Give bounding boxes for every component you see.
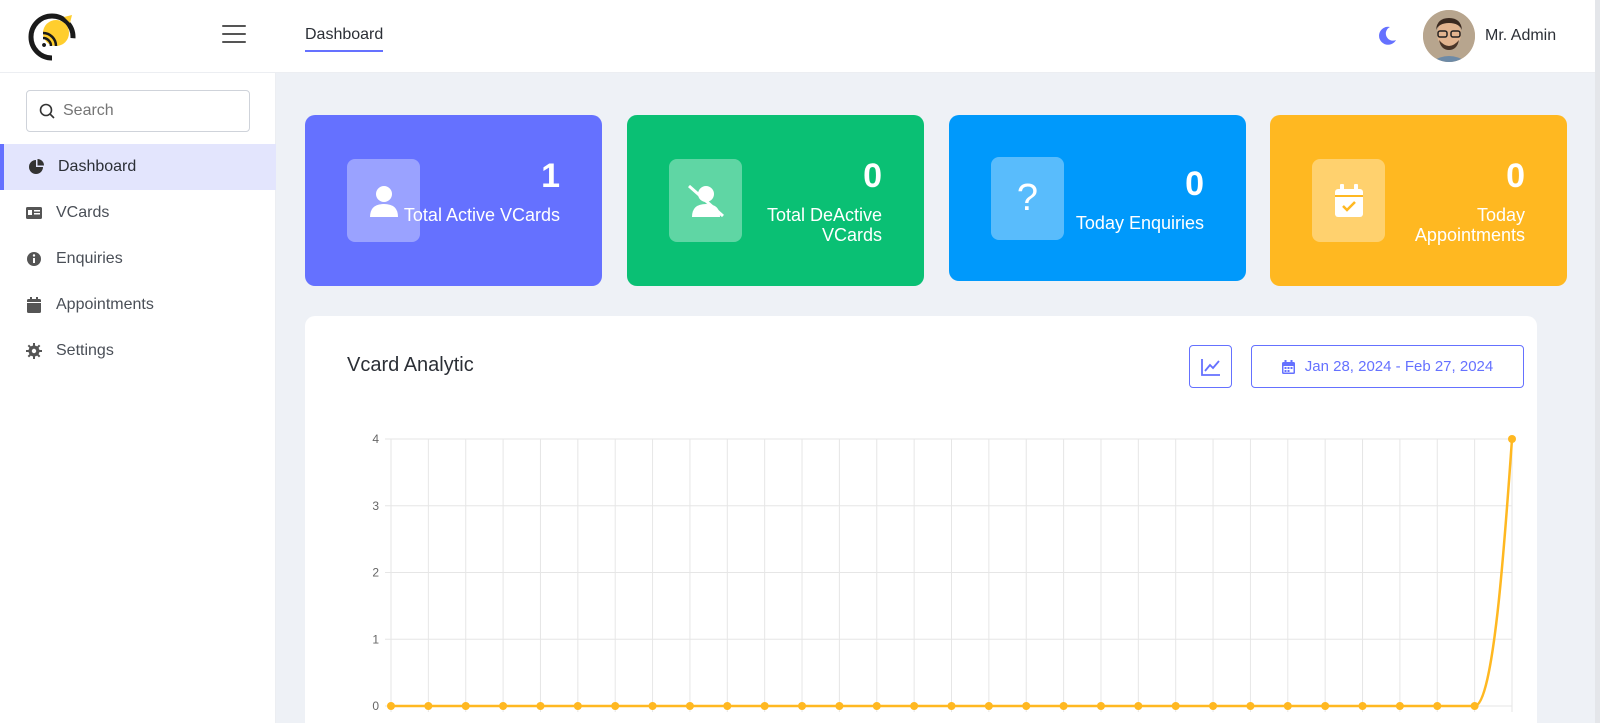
data-point	[798, 702, 807, 710]
data-point	[1321, 702, 1330, 710]
analytics-panel: Vcard Analytic Jan 28, 2024 - Feb 27, 20…	[305, 316, 1537, 723]
sidebar-item-vcards[interactable]: VCards	[0, 190, 276, 236]
data-point	[723, 702, 732, 710]
sidebar-item-label: Settings	[56, 342, 114, 359]
avatar[interactable]	[1423, 10, 1475, 62]
y-tick-label: 1	[372, 632, 379, 646]
data-point	[872, 702, 881, 710]
moon-icon[interactable]	[1376, 25, 1398, 47]
data-point	[648, 702, 657, 710]
search-input[interactable]	[63, 102, 233, 120]
menu-toggle-button[interactable]	[222, 25, 246, 47]
sidebar-item-settings[interactable]: Settings	[0, 328, 276, 374]
sidebar-item-appointments[interactable]: Appointments	[0, 282, 276, 328]
stat-card-today-enquiries[interactable]: ? 0 Today Enquiries	[949, 115, 1246, 281]
stat-label: Total DeActive VCards	[766, 205, 882, 245]
data-point	[1246, 702, 1255, 710]
gear-icon	[26, 343, 42, 359]
sidebar-item-dashboard[interactable]: Dashboard	[0, 144, 276, 190]
data-point	[1209, 702, 1218, 710]
data-point	[1171, 702, 1180, 710]
scrollbar[interactable]	[1595, 0, 1600, 723]
app-logo[interactable]	[26, 11, 78, 63]
stat-value: 0	[1506, 157, 1525, 195]
data-point	[1022, 702, 1031, 710]
stat-card-today-appointments[interactable]: 0 Today Appointments	[1270, 115, 1567, 286]
data-point	[611, 702, 620, 710]
stat-card-active-vcards[interactable]: 1 Total Active VCards	[305, 115, 602, 286]
data-point	[1134, 702, 1143, 710]
y-tick-label: 3	[372, 499, 379, 513]
data-point	[1283, 702, 1292, 710]
y-tick-label: 0	[372, 699, 379, 713]
data-point	[499, 702, 508, 710]
data-point	[1433, 702, 1442, 710]
data-point	[1059, 702, 1068, 710]
analytics-line-chart: 0 1 2 3 4	[372, 432, 1516, 713]
stat-label: Today Enquiries	[1075, 213, 1204, 233]
data-point	[1470, 702, 1479, 710]
info-circle-icon	[26, 251, 42, 267]
data-point	[1395, 702, 1404, 710]
data-point	[910, 702, 919, 710]
stat-value: 0	[1185, 165, 1204, 203]
calendar-icon	[26, 297, 42, 313]
data-point	[1096, 702, 1105, 710]
y-tick-label: 4	[372, 432, 379, 446]
data-point	[984, 702, 993, 710]
data-point	[424, 702, 433, 710]
sidebar-item-label: VCards	[56, 204, 110, 221]
pie-chart-icon	[28, 159, 44, 175]
sidebar-item-label: Appointments	[56, 296, 154, 313]
sidebar-item-enquiries[interactable]: Enquiries	[0, 236, 276, 282]
sidebar-item-label: Dashboard	[58, 158, 137, 175]
y-tick-label: 2	[372, 566, 379, 580]
search-icon	[39, 103, 55, 119]
search-box	[26, 90, 250, 132]
stat-value: 0	[863, 157, 882, 195]
data-point	[947, 702, 956, 710]
data-point	[573, 702, 582, 710]
data-point	[1508, 435, 1516, 443]
sidebar: Dashboard VCards Enquiries Appointments …	[0, 73, 276, 723]
id-card-icon	[26, 205, 42, 221]
data-point	[1358, 702, 1367, 710]
data-point	[536, 702, 545, 710]
top-header: Dashboard Mr. Admin	[0, 0, 1600, 73]
stat-value: 1	[541, 157, 560, 195]
user-icon	[347, 159, 420, 242]
data-point	[760, 702, 769, 710]
data-point	[461, 702, 470, 710]
stat-card-deactive-vcards[interactable]: 0 Total DeActive VCards	[627, 115, 924, 286]
tab-dashboard[interactable]: Dashboard	[305, 26, 384, 52]
sidebar-item-label: Enquiries	[56, 250, 123, 267]
stat-label: Today Appointments	[1414, 205, 1525, 245]
data-point	[685, 702, 694, 710]
stat-label: Total Active VCards	[403, 205, 560, 225]
data-point	[835, 702, 844, 710]
user-name[interactable]: Mr. Admin	[1485, 27, 1556, 45]
data-point	[387, 702, 395, 710]
